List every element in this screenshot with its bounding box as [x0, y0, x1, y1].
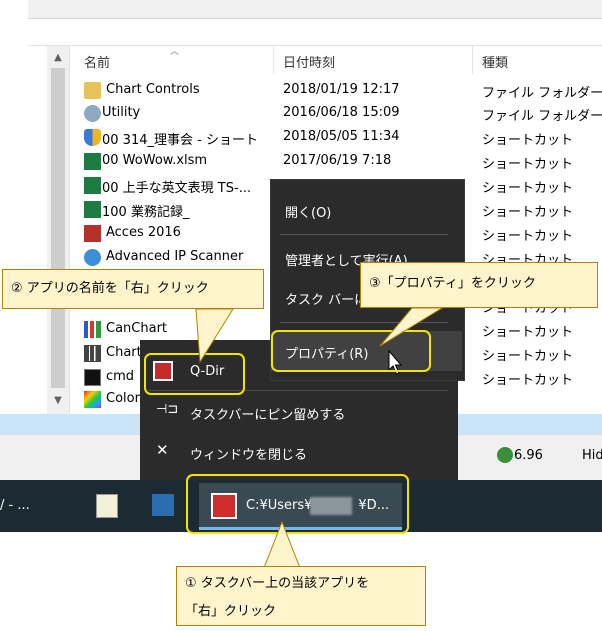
file-date: 2017/06/19 7:18	[283, 153, 392, 168]
highlight-properties	[271, 330, 431, 372]
color-icon	[84, 391, 101, 408]
file-name: Advanced IP Scanner	[106, 249, 244, 264]
menu-divider	[280, 234, 448, 235]
access-icon	[84, 225, 101, 242]
file-type: ショートカット	[482, 349, 574, 364]
file-name: CanChart	[106, 321, 168, 336]
callout-step1: ① タスクバー上の当該アプリを 「右」クリック	[176, 566, 426, 626]
file-type: ショートカット	[482, 325, 574, 340]
excel-icon	[84, 153, 101, 170]
pin-icon: ⊣⊐	[156, 402, 179, 417]
file-date: 2018/05/05 11:34	[283, 129, 400, 144]
file-name: Chart	[106, 345, 142, 360]
column-separator	[273, 46, 274, 74]
file-type: ショートカット	[482, 229, 574, 244]
table-row[interactable]: 00 314_理事会 - ショート 2018/05/05 11:34 ショートカ…	[78, 126, 602, 149]
file-date: 2016/06/18 15:09	[283, 105, 400, 120]
app-shortcut-icon[interactable]	[152, 494, 174, 516]
scroll-thumb[interactable]	[51, 68, 65, 388]
gear-folder-icon	[84, 105, 101, 122]
callout-step3: ③「プロパティ」をクリック	[360, 262, 598, 308]
taskbar-item-label[interactable]: / - ...	[0, 498, 30, 513]
scroll-down-icon[interactable]: ▼	[47, 391, 69, 411]
column-header-name[interactable]: 名前	[84, 52, 110, 71]
file-type: ショートカット	[482, 205, 574, 220]
file-name: 00 314_理事会 - ショート	[102, 133, 258, 148]
file-type: ショートカット	[482, 181, 574, 196]
folder-icon	[84, 82, 101, 99]
globe-icon	[497, 447, 513, 463]
chart-icon	[84, 345, 101, 362]
close-icon: ✕	[156, 441, 169, 459]
callout-text: ① タスクバー上の当該アプリを	[185, 576, 370, 591]
callout-step2: ② アプリの名前を「右」クリック	[2, 269, 264, 309]
highlight-taskbar-item	[186, 474, 409, 534]
file-name: Utility	[102, 105, 141, 120]
status-text: Hid	[582, 448, 602, 463]
chart-icon	[84, 321, 101, 338]
file-name: cmd	[106, 369, 135, 384]
highlight-qdir	[144, 353, 245, 395]
column-header-date[interactable]: 日付時刻	[283, 52, 335, 71]
table-row[interactable]: Chart Controls 2018/01/19 12:17 ファイル フォル…	[78, 79, 602, 102]
callout-text: ③「プロパティ」をクリック	[369, 276, 536, 291]
scroll-up-icon[interactable]: ▲	[47, 48, 69, 68]
header-separator	[28, 45, 602, 46]
file-type: ショートカット	[482, 157, 574, 172]
file-name: 00 WoWow.xlsm	[102, 153, 208, 168]
column-header-type[interactable]: 種類	[482, 52, 508, 71]
scanner-icon	[84, 249, 101, 266]
shield-icon	[84, 129, 101, 146]
excel-icon	[84, 177, 101, 194]
menu-divider	[280, 322, 448, 323]
table-row[interactable]: 00 WoWow.xlsm 2017/06/19 7:18 ショートカット	[78, 150, 602, 173]
file-name: Chart Controls	[106, 82, 200, 97]
callout-text: 「右」クリック	[185, 604, 277, 619]
file-name: Acces 2016	[106, 225, 181, 240]
cmd-icon	[84, 369, 101, 386]
callout-text: ② アプリの名前を「右」クリック	[11, 281, 209, 296]
table-row[interactable]: Utility 2016/06/18 15:09 ファイル フォルダー	[78, 102, 602, 125]
excel-icon	[84, 201, 101, 218]
vertical-scrollbar[interactable]: ▲ ▼	[47, 46, 70, 414]
column-separator	[472, 46, 473, 74]
file-type: ショートカット	[482, 373, 574, 388]
notepad-icon[interactable]	[96, 494, 118, 518]
menu-item-pin-taskbar[interactable]: タスク バーに	[285, 289, 367, 308]
sort-up-icon: ︿	[170, 47, 180, 57]
file-name: Color	[106, 391, 140, 406]
menu-item-open[interactable]: 開く(O)	[285, 202, 331, 221]
file-type: ファイル フォルダー	[482, 109, 602, 124]
jump-list-close[interactable]: ウィンドウを閉じる	[190, 444, 307, 463]
explorer-toolbar	[28, 0, 602, 19]
status-value: 6.96	[514, 448, 543, 463]
jump-list-pin[interactable]: タスクバーにピン留めする	[190, 404, 345, 423]
file-type: ファイル フォルダー	[482, 86, 602, 101]
file-date: 2018/01/19 12:17	[283, 82, 400, 97]
file-name: 00 上手な英文表現 TS-...	[102, 181, 252, 196]
file-type: ショートカット	[482, 133, 574, 148]
file-name: 100 業務記録_	[102, 205, 190, 220]
